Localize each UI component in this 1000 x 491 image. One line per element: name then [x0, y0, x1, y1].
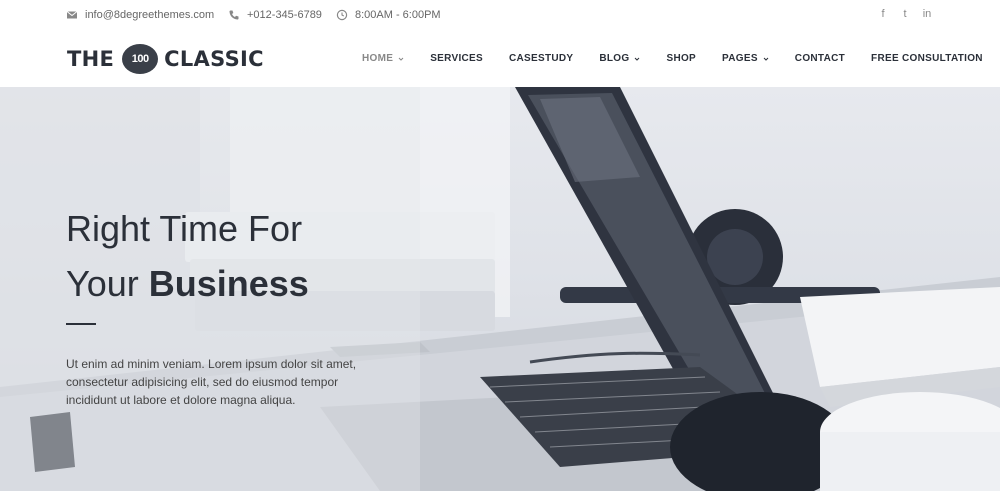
hero-title-line2-plain: Your — [66, 263, 149, 304]
facebook-icon[interactable]: f — [878, 8, 888, 20]
nav-item-shop[interactable]: SHOP — [666, 53, 696, 64]
hero-content: Right Time For Your Business Ut enim ad … — [66, 201, 396, 409]
hero-title-line1: Right Time For — [66, 208, 303, 249]
nav-contact-label: CONTACT — [794, 53, 846, 64]
hours-text: 8:00AM - 6:00PM — [355, 9, 441, 21]
nav-item-home[interactable]: HOME — [362, 53, 404, 64]
hero-title: Right Time For Your Business — [66, 201, 396, 311]
chevron-down-icon — [635, 57, 640, 61]
email-text: info@8degreethemes.com — [85, 9, 215, 21]
twitter-icon[interactable]: t — [900, 8, 910, 20]
main-nav: HOME SERVICES CASESTUDY BLOG SHOP PAGES … — [362, 53, 983, 64]
hero-description: Ut enim ad minim veniam. Lorem ipsum dol… — [66, 357, 357, 407]
nav-item-blog[interactable]: BLOG — [599, 53, 640, 64]
nav-item-services[interactable]: SERVICES — [430, 53, 483, 64]
hero-title-line2-bold: Business — [148, 263, 309, 304]
top-bar: info@8degreethemes.com +012-345-6789 8:0… — [0, 0, 1000, 30]
nav-consultation-label: FREE CONSULTATION — [871, 53, 983, 64]
nav-item-contact[interactable]: CONTACT — [795, 53, 845, 64]
site-logo[interactable]: THE 100 CLASSIC — [67, 44, 264, 74]
nav-shop-label: SHOP — [666, 53, 697, 64]
linkedin-icon[interactable]: in — [922, 8, 932, 20]
hero-divider — [66, 323, 96, 325]
phone-text: +012-345-6789 — [247, 9, 322, 21]
nav-item-pages[interactable]: PAGES — [722, 53, 769, 64]
nav-pages-label: PAGES — [722, 53, 758, 64]
logo-text-left: THE — [67, 47, 115, 71]
clock-icon — [336, 9, 348, 21]
nav-services-label: SERVICES — [430, 53, 483, 64]
nav-item-casestudy[interactable]: CASESTUDY — [509, 53, 573, 64]
nav-blog-label: BLOG — [599, 53, 630, 64]
nav-casestudy-label: CASESTUDY — [509, 53, 574, 64]
nav-item-free-consultation[interactable]: FREE CONSULTATION — [871, 53, 983, 64]
phone-icon — [229, 10, 239, 20]
hours-info: 8:00AM - 6:00PM — [336, 9, 441, 21]
email-contact[interactable]: info@8degreethemes.com — [66, 9, 214, 21]
phone-contact[interactable]: +012-345-6789 — [228, 9, 322, 21]
chevron-down-icon — [398, 57, 404, 61]
hero-section: Right Time For Your Business Ut enim ad … — [0, 87, 1000, 491]
envelope-icon — [66, 11, 78, 19]
logo-badge: 100 — [122, 44, 159, 74]
nav-home-label: HOME — [362, 53, 394, 64]
logo-text-right: CLASSIC — [164, 47, 264, 71]
site-header: THE 100 CLASSIC HOME SERVICES CASESTUDY … — [0, 30, 1000, 87]
chevron-down-icon — [763, 57, 769, 61]
social-links: f t in — [878, 8, 932, 20]
